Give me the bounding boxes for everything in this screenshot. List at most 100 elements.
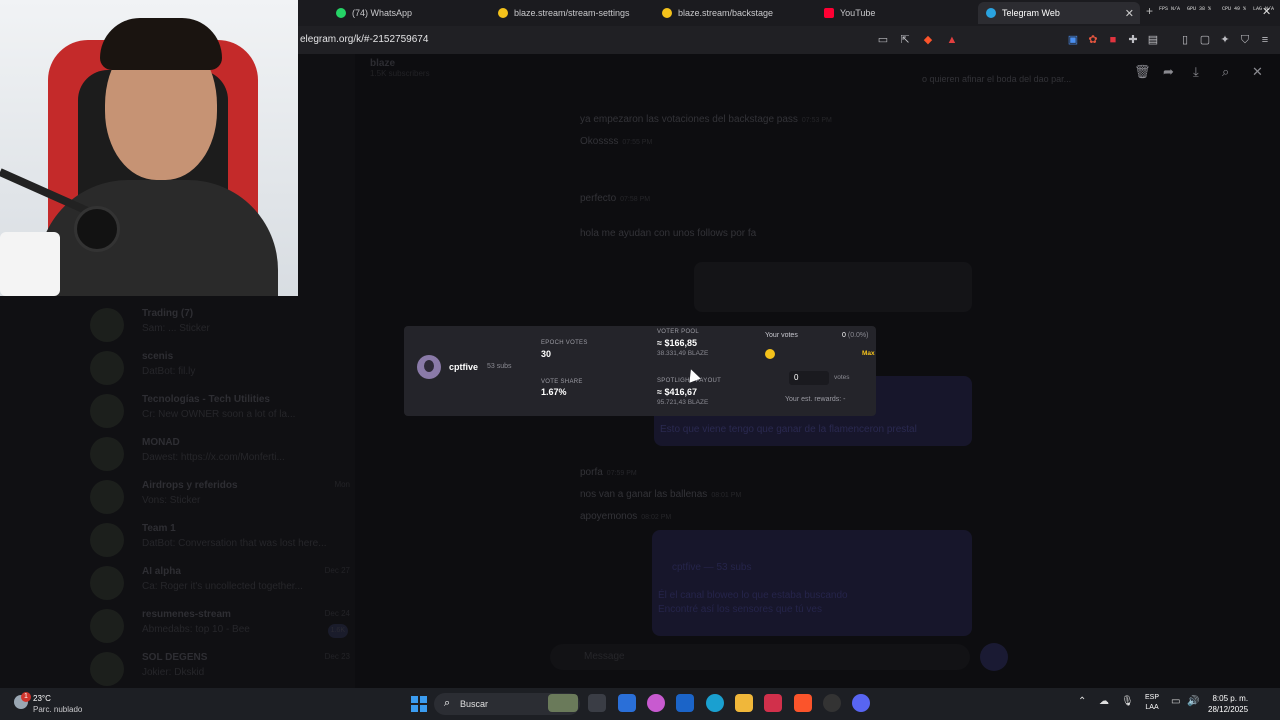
- message-text: porfa: [580, 467, 603, 478]
- search-icon: ⌕: [444, 697, 451, 709]
- chat-list-item[interactable]: resumenes-stream Abmedabs: top 10 - Bee …: [90, 605, 350, 645]
- message-text: hola me ayudan con unos follows por fa: [580, 228, 757, 239]
- message-time: 08:02 PM: [641, 514, 672, 521]
- votes-input[interactable]: 0: [789, 371, 829, 385]
- extension-icon[interactable]: ✿: [1086, 33, 1100, 47]
- extension-icon[interactable]: ■: [1106, 33, 1120, 47]
- max-button[interactable]: Max: [862, 350, 875, 357]
- edge-icon[interactable]: [706, 694, 724, 712]
- app-icon[interactable]: [764, 694, 782, 712]
- chat-list-item[interactable]: MONAD Dawest: https://x.com/Monferti...: [90, 433, 350, 473]
- fps-readout: FPS N/A: [1159, 6, 1181, 12]
- spotlight-payout-blaze: 95.721,43 BLAZE: [657, 399, 709, 406]
- forward-line: Encontré así los sensores que tú ves: [658, 604, 822, 615]
- channel-name[interactable]: cptfive: [449, 362, 478, 372]
- epoch-votes-label: EPOCH VOTES: [541, 340, 588, 346]
- copilot-icon[interactable]: [647, 694, 665, 712]
- snipping-tool-icon[interactable]: [618, 694, 636, 712]
- close-tab-icon[interactable]: ✕: [1125, 7, 1134, 20]
- start-button[interactable]: [411, 696, 427, 712]
- chat-date: Mon: [334, 480, 350, 489]
- microphone-icon[interactable]: 🎙: [1121, 696, 1134, 707]
- channel-avatar[interactable]: [417, 355, 441, 379]
- brave-shield-icon[interactable]: ◆: [921, 33, 935, 47]
- cast-icon[interactable]: ▭: [876, 33, 890, 47]
- chat-name: Trading (7): [142, 308, 194, 319]
- chat-list-item[interactable]: Airdrops y referidos Vons: Sticker Mon: [90, 476, 350, 516]
- message-text: apoyemonos: [580, 511, 638, 522]
- network-icon[interactable]: ▭: [1171, 696, 1180, 707]
- chevron-up-icon[interactable]: ⌃: [1078, 696, 1086, 707]
- onedrive-icon[interactable]: ☁: [1099, 696, 1109, 707]
- close-window-icon[interactable]: ✕: [1262, 5, 1271, 18]
- url-text[interactable]: elegram.org/k/#-2152759674: [300, 34, 428, 45]
- wallet-icon[interactable]: ▢: [1198, 33, 1212, 47]
- streamer-hair: [100, 18, 222, 70]
- avatar: [90, 437, 124, 471]
- translate-icon[interactable]: ▣: [1066, 33, 1080, 47]
- webcam-overlay: [0, 0, 298, 296]
- chat-list-item[interactable]: scenis DatBot: fil.ly: [90, 347, 350, 387]
- avatar: [90, 652, 124, 686]
- leo-ai-icon[interactable]: ✦: [1218, 33, 1232, 47]
- extensions-puzzle-icon[interactable]: ✚: [1126, 33, 1140, 47]
- pillow: [0, 232, 60, 296]
- tab-backstage[interactable]: blaze.stream/backstage: [654, 2, 814, 24]
- chat-name: Tecnologías - Tech Utilities: [142, 394, 270, 405]
- chat-name: Team 1: [142, 523, 176, 534]
- task-view-icon[interactable]: [588, 694, 606, 712]
- chat-list-item[interactable]: Team 1 DatBot: Conversation that was los…: [90, 519, 350, 559]
- pinned-message[interactable]: o quieren afinar el boda del dao par...: [922, 74, 1071, 84]
- chat-name: resumenes-stream: [142, 609, 231, 620]
- delete-icon[interactable]: 🗑: [1134, 64, 1151, 80]
- streamer-body: [38, 180, 278, 296]
- zoom-icon[interactable]: ⌕: [1222, 64, 1229, 80]
- brave-rewards-icon[interactable]: ▲: [945, 33, 959, 47]
- chat-list-item[interactable]: Tecnologías - Tech Utilities Cr: New OWN…: [90, 390, 350, 430]
- file-explorer-icon[interactable]: [735, 694, 753, 712]
- forward-line: Él el canal bloweo lo que estaba buscand…: [658, 590, 848, 601]
- close-viewer-icon[interactable]: ✕: [1252, 64, 1263, 80]
- message-text: ya empezaron las votaciones del backstag…: [580, 114, 798, 125]
- chat-header[interactable]: blaze 1.5K subscribers: [370, 58, 430, 78]
- message: apoyemonos 08:02 PM: [580, 511, 671, 522]
- channel-subs: 53 subs: [487, 363, 512, 370]
- slider-handle[interactable]: [765, 349, 775, 359]
- share-icon[interactable]: ⇱: [898, 33, 912, 47]
- download-icon[interactable]: ⤓: [1193, 64, 1199, 80]
- message-time: 07:55 PM: [622, 139, 653, 146]
- tab-youtube[interactable]: YouTube: [816, 2, 976, 24]
- system-clock[interactable]: 8:05 p. m. 28/12/2025: [1208, 693, 1248, 715]
- discord-icon[interactable]: [852, 694, 870, 712]
- message-input[interactable]: Message: [550, 644, 970, 670]
- chat-preview: Abmedabs: top 10 - Bee: [142, 624, 250, 635]
- chat-list-item[interactable]: AI alpha Ca: Roger it's uncollected toge…: [90, 562, 350, 602]
- search-highlight-icon[interactable]: [548, 694, 578, 712]
- volume-icon[interactable]: 🔊: [1187, 696, 1199, 707]
- forward-icon[interactable]: ➦: [1163, 64, 1174, 80]
- obs-icon[interactable]: [823, 694, 841, 712]
- voter-pool-usd: ≈ $166,85: [657, 338, 697, 348]
- tab-stream-settings[interactable]: blaze.stream/stream-settings: [490, 2, 650, 24]
- language-bottom: LAA: [1145, 704, 1159, 711]
- forwarded-card[interactable]: cptfive — 53 subs Él el canal bloweo lo …: [652, 530, 972, 636]
- microphone-button[interactable]: [980, 643, 1008, 671]
- media-message[interactable]: [694, 262, 972, 312]
- brave-icon[interactable]: [794, 694, 812, 712]
- vpn-shield-icon[interactable]: ⛉: [1238, 33, 1252, 47]
- wallet-icon[interactable]: ▤: [1146, 33, 1160, 47]
- tab-whatsapp[interactable]: (74) WhatsApp: [328, 2, 488, 24]
- vote-slider[interactable]: [765, 348, 865, 360]
- tab-telegram[interactable]: Telegram Web ✕: [978, 2, 1140, 24]
- new-tab-icon[interactable]: +: [1146, 4, 1153, 18]
- notification-badge: 1: [21, 692, 31, 702]
- microsoft-store-icon[interactable]: [676, 694, 694, 712]
- chat-list-item[interactable]: SOL DEGENS Jokier: Dkskid Dec 23: [90, 648, 350, 688]
- language-indicator[interactable]: ESP LAA: [1145, 693, 1159, 713]
- sidebar-toggle-icon[interactable]: ▯: [1178, 33, 1192, 47]
- message: nos van a ganar las ballenas 08:01 PM: [580, 489, 741, 500]
- message-time: 08:01 PM: [711, 492, 742, 499]
- menu-icon[interactable]: ≡: [1258, 33, 1272, 47]
- message-text: Esto que viene tengo que ganar de la fla…: [660, 424, 917, 435]
- chat-list-item[interactable]: Trading (7) Sam: ... Sticker: [90, 304, 350, 344]
